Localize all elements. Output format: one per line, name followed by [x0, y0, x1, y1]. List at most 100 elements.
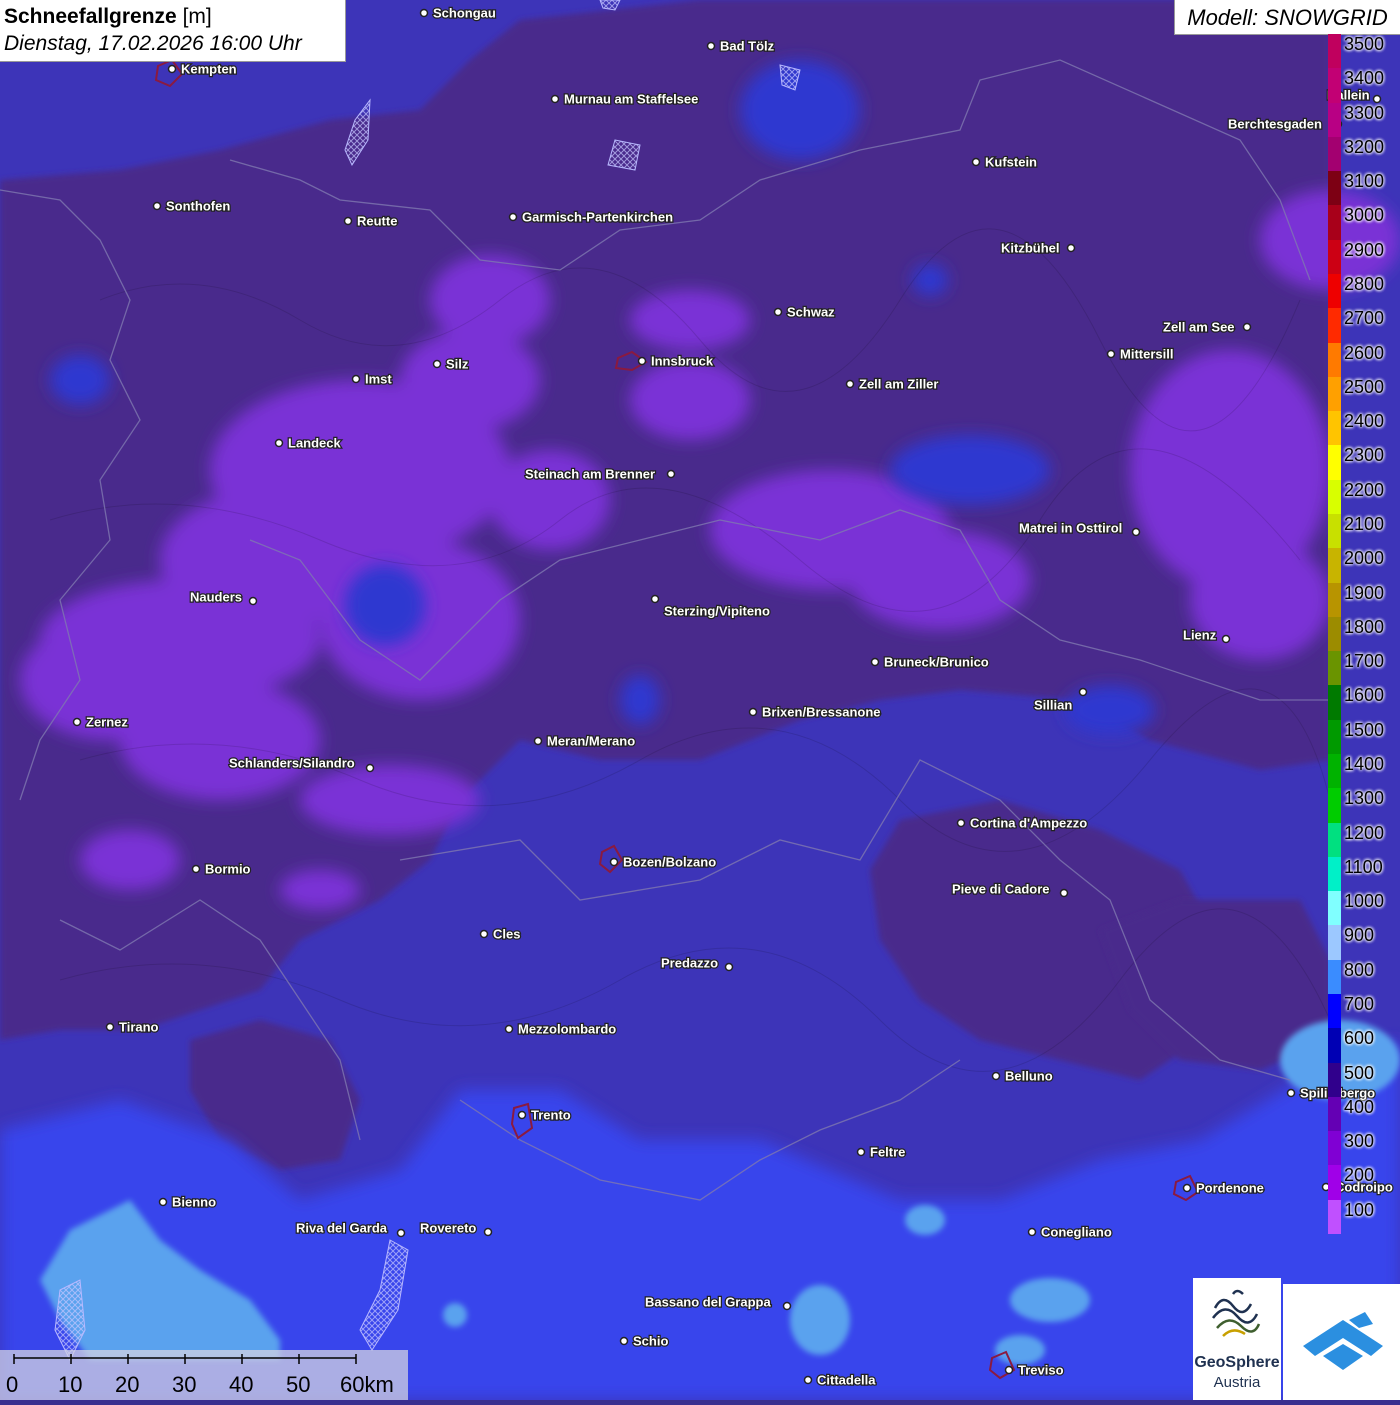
city-pordenone[interactable]: Pordenone [1182, 1179, 1265, 1197]
city-bruneck-brunico[interactable]: Bruneck/Brunico [870, 653, 990, 671]
city-dot [1221, 634, 1231, 644]
legend-label-400: 400 [1344, 1096, 1375, 1117]
legend-label-1200: 1200 [1344, 822, 1385, 843]
legend-label-2700: 2700 [1344, 308, 1385, 329]
legend-label-1100: 1100 [1344, 856, 1383, 877]
city-conegliano[interactable]: Conegliano [1027, 1223, 1113, 1241]
legend-segment [1328, 514, 1341, 549]
city-dot [365, 763, 375, 773]
city-murnau-am-staffelsee[interactable]: Murnau am Staffelsee [550, 90, 700, 108]
scale-label-20: 20 [115, 1372, 140, 1397]
legend-segment [1328, 959, 1341, 995]
legend-segment [1328, 685, 1341, 721]
city-dot [351, 374, 361, 384]
geosphere-logo[interactable]: GeoSphere Austria [1193, 1278, 1281, 1400]
city-label: Trento [531, 1108, 571, 1123]
legend-label-2600: 2600 [1344, 342, 1385, 363]
city-dot [158, 1197, 168, 1207]
city-label: Schwaz [787, 305, 835, 320]
map-title-unit: [m] [182, 5, 212, 28]
city-label: Brixen/Bressanone [762, 705, 881, 720]
city-label: Mittersill [1120, 347, 1173, 362]
city-label: Bad Tölz [720, 39, 775, 54]
city-dot [856, 1147, 866, 1157]
legend-label-3400: 3400 [1344, 68, 1385, 89]
city-matrei-in-osttirol[interactable]: Matrei in Osttirol [1018, 519, 1141, 537]
city-dot [1106, 349, 1116, 359]
city-garmisch-partenkirchen[interactable]: Garmisch-Partenkirchen [508, 208, 674, 226]
city-dot [152, 201, 162, 211]
legend-label-1300: 1300 [1344, 788, 1385, 809]
city-dot [991, 1071, 1001, 1081]
city-dot [517, 1110, 527, 1120]
city-label: Reutte [357, 214, 397, 229]
city-dot [666, 469, 676, 479]
city-dot [504, 1024, 514, 1034]
city-brixen-bressanone[interactable]: Brixen/Bressanone [748, 703, 882, 721]
city-dot [650, 594, 660, 604]
map-title: Schneefallgrenze [m] [4, 3, 341, 30]
city-dot [1182, 1183, 1192, 1193]
city-schlanders-silandro[interactable]: Schlanders/Silandro [228, 754, 375, 773]
legend-label-200: 200 [1344, 1165, 1375, 1186]
snow-logo-icon [1303, 1312, 1383, 1370]
city-dot [870, 657, 880, 667]
city-label: Kitzbühel [1001, 241, 1060, 256]
legend-segment [1328, 136, 1341, 172]
city-dot [1066, 243, 1076, 253]
legend-segment [1328, 171, 1341, 206]
legend-segment [1328, 822, 1341, 858]
city-label: Lienz [1183, 628, 1217, 643]
title-box: Schneefallgrenze [m] Dienstag, 17.02.202… [0, 0, 346, 62]
city-label: Belluno [1005, 1069, 1053, 1084]
legend-label-3100: 3100 [1344, 171, 1385, 192]
legend-label-1000: 1000 [1344, 891, 1385, 912]
map-datetime: Dienstag, 17.02.2026 16:00 Uhr [4, 32, 302, 55]
snowfall-limit-map[interactable]: Schongau Bad Tölz Kempten Murnau am Staffel… [0, 0, 1400, 1400]
city-zell-am-ziller[interactable]: Zell am Ziller [845, 375, 940, 393]
legend-label-2100: 2100 [1344, 514, 1385, 534]
city-dot [72, 717, 82, 727]
legend-segment [1328, 205, 1341, 241]
legend-segment [1328, 411, 1341, 446]
city-label: Sonthofen [166, 199, 230, 214]
scale-label-50: 50 [286, 1372, 311, 1397]
legend-label-2300: 2300 [1344, 445, 1385, 466]
legend-segment [1328, 719, 1341, 755]
city-bozen-bolzano[interactable]: Bozen/Bolzano [609, 853, 717, 871]
legend-segment [1328, 274, 1341, 309]
city-bassano-del-grappa[interactable]: Bassano del Grappa [644, 1293, 792, 1311]
city-label: Cittadella [817, 1373, 876, 1388]
city-dot [782, 1301, 792, 1311]
legend-segment [1328, 1199, 1341, 1235]
city-label: Riva del Garda [296, 1221, 388, 1236]
legend-label-900: 900 [1344, 925, 1375, 946]
city-label: Predazzo [661, 956, 718, 971]
city-label: Bormio [205, 862, 251, 877]
legend-label-3300: 3300 [1344, 102, 1385, 123]
city-dot [419, 8, 429, 18]
city-cortina-d-ampezzo[interactable]: Cortina d'Ampezzo [956, 814, 1089, 832]
city-mezzolombardo[interactable]: Mezzolombardo [504, 1020, 618, 1038]
legend-label-1600: 1600 [1344, 685, 1385, 706]
legend-segment [1328, 308, 1341, 344]
city-sonthofen[interactable]: Sonthofen [152, 197, 232, 215]
legend-segment [1328, 1165, 1341, 1201]
city-dot [637, 356, 647, 366]
city-label: Feltre [870, 1145, 905, 1160]
legend-segment [1328, 239, 1341, 275]
legend-segment [1328, 102, 1341, 138]
scale-label-60km: 60km [340, 1372, 394, 1397]
snow-logo[interactable] [1283, 1284, 1400, 1400]
city-label: Murnau am Staffelsee [564, 92, 698, 107]
city-dot [248, 596, 258, 606]
legend-label-3500: 3500 [1344, 34, 1385, 54]
city-dot [1131, 527, 1141, 537]
city-label: Zell am Ziller [859, 377, 938, 392]
city-label: Bruneck/Brunico [884, 655, 989, 670]
city-dot [1242, 322, 1252, 332]
city-meran-merano[interactable]: Meran/Merano [533, 732, 636, 750]
city-label: Pordenone [1196, 1181, 1264, 1196]
city-label: Matrei in Osttirol [1019, 521, 1122, 536]
city-steinach-am-brenner[interactable]: Steinach am Brenner [524, 465, 676, 483]
